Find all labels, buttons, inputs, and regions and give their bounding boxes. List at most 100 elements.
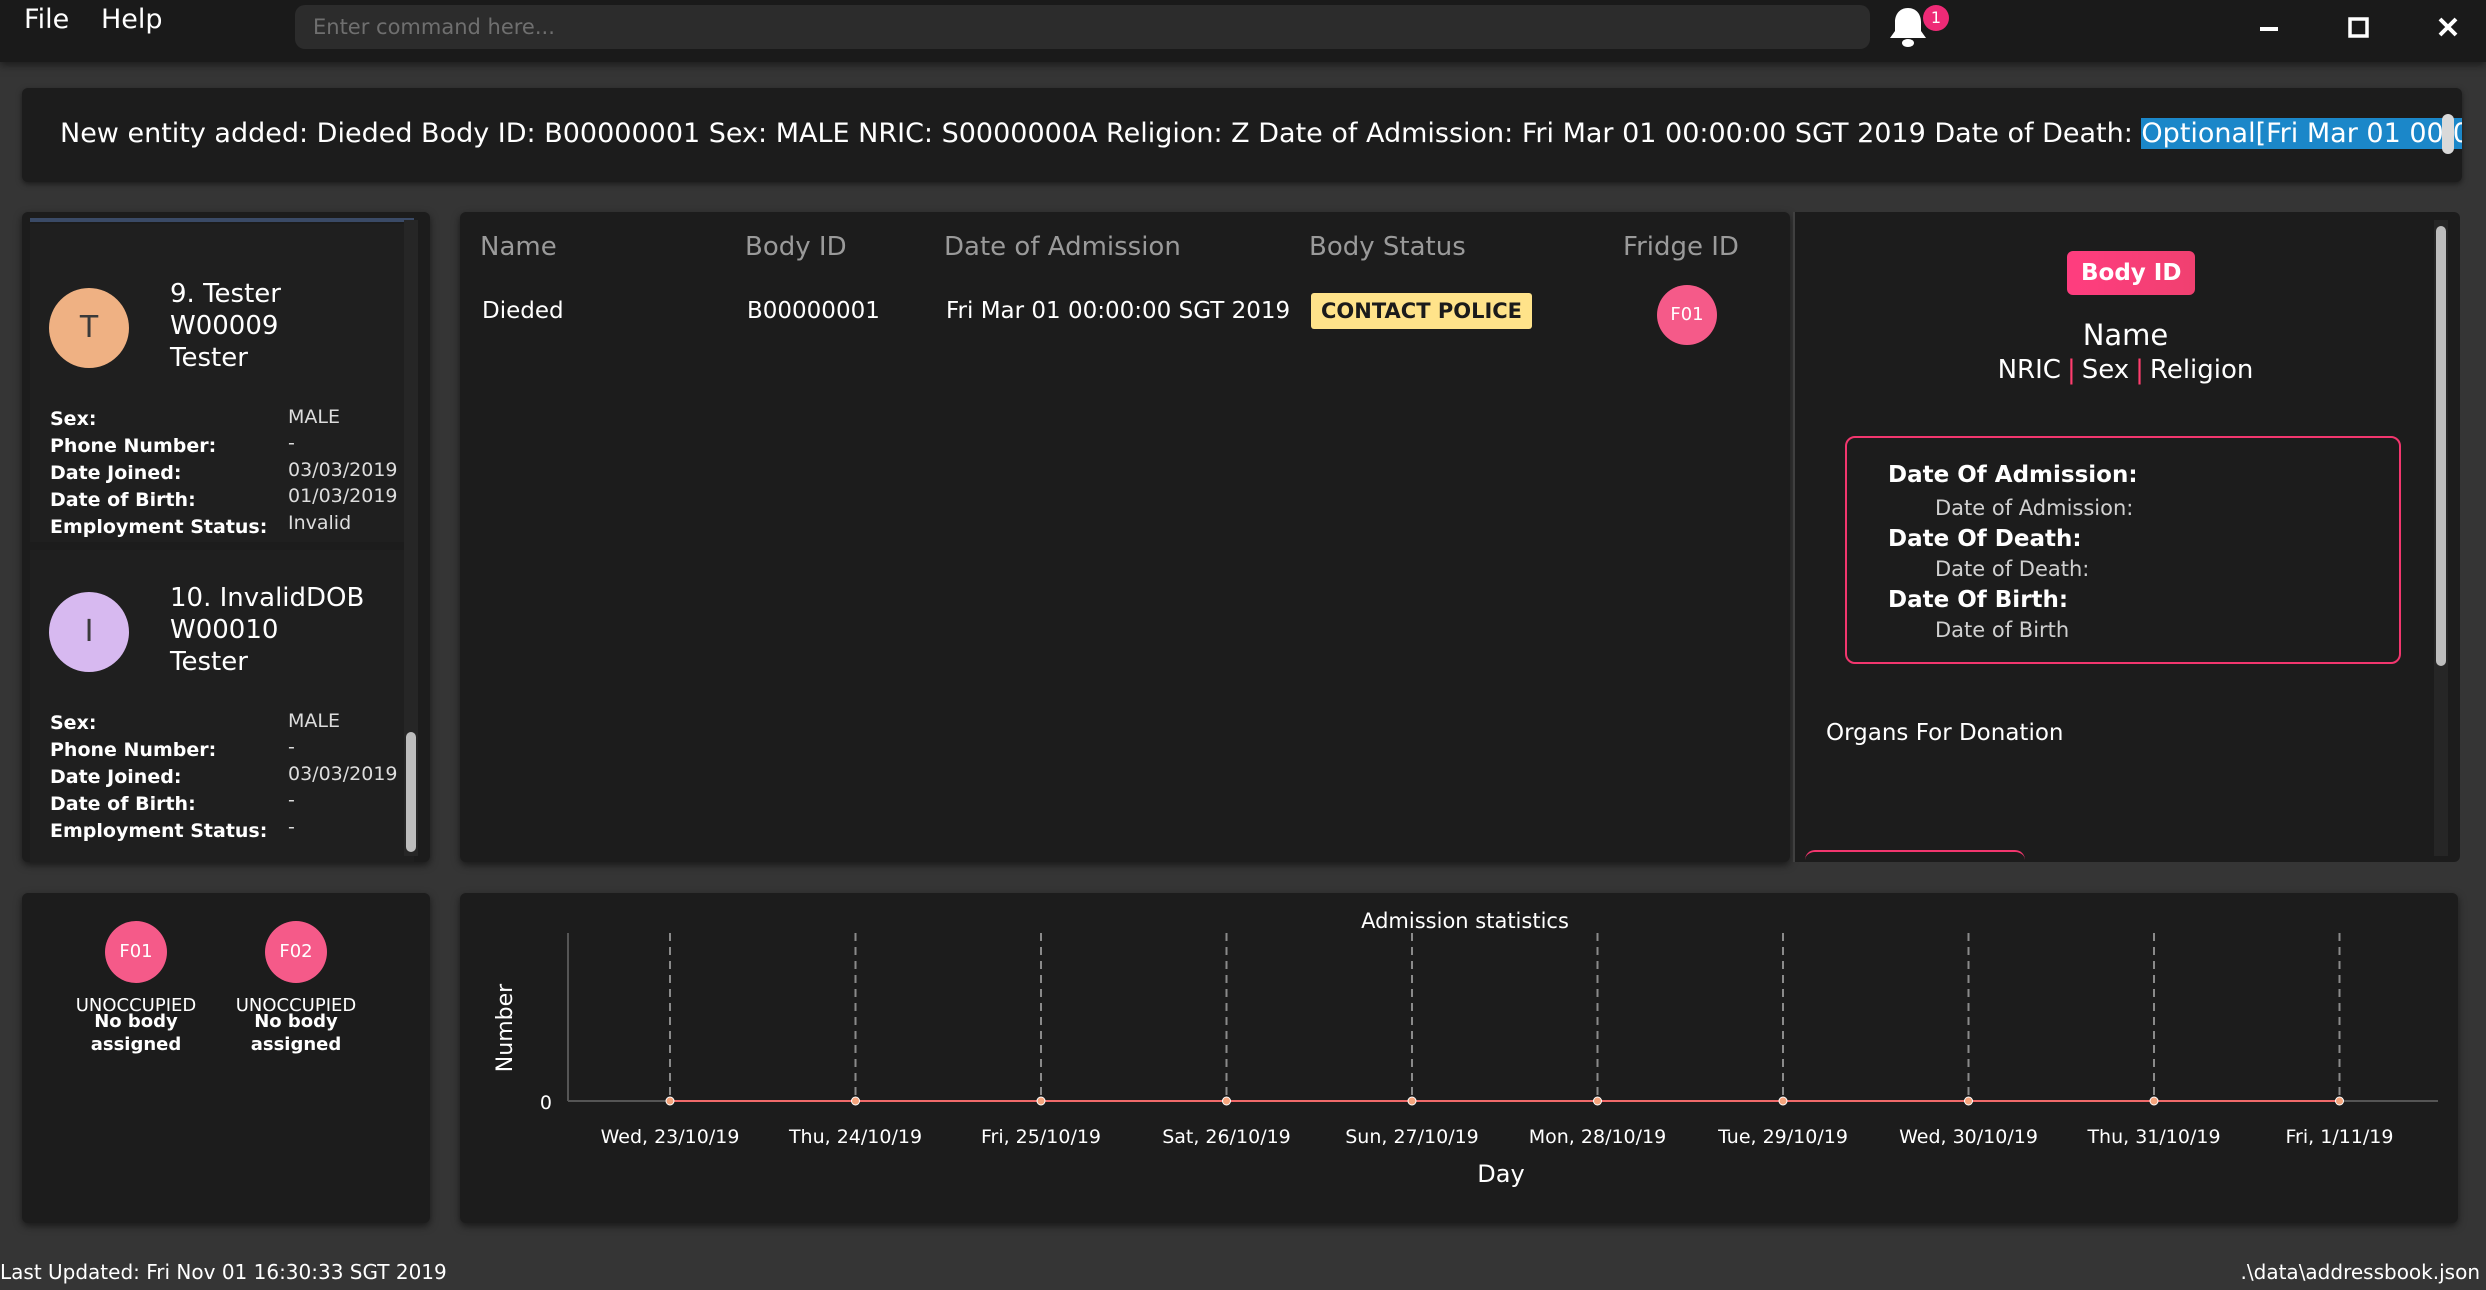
field-value-sex: MALE xyxy=(288,406,340,428)
y-axis-label: Number xyxy=(493,983,518,1072)
staff-list-panel: T 9. Tester W00009 Tester Sex: MALE Phon… xyxy=(22,212,430,862)
detail-sex: Sex xyxy=(2081,355,2130,385)
data-point xyxy=(1407,1096,1417,1106)
detail-religion: Religion xyxy=(2149,355,2254,385)
chart-title: Admission statistics xyxy=(1361,909,1569,933)
detail-nric: NRIC xyxy=(1997,355,2061,385)
field-label-employment: Employment Status: xyxy=(50,820,268,842)
x-tick-label: Mon, 28/10/19 xyxy=(1529,1126,1666,1148)
y-tick-label: 0 xyxy=(540,1092,552,1114)
detail-subtitle: NRIC | Sex | Religion xyxy=(1793,355,2458,385)
x-tick-label: Tue, 29/10/19 xyxy=(1717,1126,1848,1148)
organs-box-edge xyxy=(1805,850,2025,866)
result-scrollbar[interactable] xyxy=(2442,114,2454,154)
body-id-badge: Body ID xyxy=(2067,251,2196,295)
fridge-icon[interactable]: F02 xyxy=(265,921,327,983)
x-axis-label: Day xyxy=(1477,1160,1524,1188)
data-point xyxy=(2335,1096,2344,1106)
fridge-id-badge: F01 xyxy=(1657,285,1717,345)
fridge-panel xyxy=(22,893,430,1223)
menu-file[interactable]: File xyxy=(24,4,69,35)
field-label-dob: Date of Birth: xyxy=(50,489,196,511)
save-location-status: .\data\addressbook.json xyxy=(2240,1260,2480,1284)
column-header-name[interactable]: Name xyxy=(480,232,557,262)
x-tick-label: Thu, 24/10/19 xyxy=(788,1126,922,1148)
chart-panel: Admission statistics Number Day 0 Wed, 23… xyxy=(460,893,2458,1223)
menu-help[interactable]: Help xyxy=(101,4,163,35)
staff-card[interactable]: T 9. Tester W00009 Tester Sex: MALE Phon… xyxy=(30,224,414,542)
staff-id: W00009 xyxy=(170,311,279,341)
close-icon[interactable] xyxy=(2428,10,2468,46)
notification-badge: 1 xyxy=(1923,5,1949,31)
data-point xyxy=(1036,1096,1046,1106)
data-point xyxy=(665,1096,675,1106)
admission-value: Date of Admission: xyxy=(1935,496,2134,520)
admission-chart: Admission statistics Number Day 0 Wed, 23… xyxy=(493,909,2438,1188)
x-tick-label: Wed, 30/10/19 xyxy=(1899,1126,2038,1148)
x-tick-label: Fri, 25/10/19 xyxy=(981,1126,1101,1148)
field-value-date-joined: 03/03/2019 xyxy=(288,459,398,481)
field-label-dob: Date of Birth: xyxy=(50,793,196,815)
column-header-fridge-id[interactable]: Fridge ID xyxy=(1623,232,1739,262)
birth-value: Date of Birth xyxy=(1935,618,2070,642)
staff-scrollbar-thumb[interactable] xyxy=(406,732,416,852)
detail-name: Name xyxy=(2082,318,2169,352)
separator: | xyxy=(2066,355,2076,385)
cell-date-of-admission: Fri Mar 01 00:00:00 SGT 2019 xyxy=(946,298,1291,324)
avatar: T xyxy=(49,288,129,368)
data-point xyxy=(1964,1096,1973,1106)
maximize-icon[interactable] xyxy=(2338,10,2378,46)
death-label: Date Of Death: xyxy=(1888,526,2082,552)
data-point xyxy=(851,1096,860,1106)
result-display: New entity added: Dieded Body ID: B00000… xyxy=(22,88,2462,182)
data-point xyxy=(1222,1096,1231,1106)
status-badge: CONTACT POLICE xyxy=(1311,293,1533,329)
x-tick-label: Sun, 27/10/19 xyxy=(1345,1126,1479,1148)
staff-name: 10. InvalidDOB xyxy=(170,583,365,613)
death-value: Date of Death: xyxy=(1935,557,2090,581)
field-label-phone: Phone Number: xyxy=(50,739,217,761)
field-value-phone: - xyxy=(288,736,295,758)
column-header-body-id[interactable]: Body ID xyxy=(745,232,847,262)
data-point xyxy=(1778,1096,1788,1106)
cell-name: Dieded xyxy=(482,298,564,324)
fridge-note: No body xyxy=(94,1011,178,1032)
fridge-note: assigned xyxy=(90,1034,182,1055)
last-updated-status: Last Updated: Fri Nov 01 16:30:33 SGT 20… xyxy=(0,1260,447,1284)
field-value-employment: Invalid xyxy=(288,512,352,534)
staff-role: Tester xyxy=(170,647,248,677)
cell-body-id: B00000001 xyxy=(747,298,880,324)
field-label-date-joined: Date Joined: xyxy=(50,766,182,788)
column-header-body-status[interactable]: Body Status xyxy=(1309,232,1466,262)
field-value-phone: - xyxy=(288,432,295,454)
field-value-date-joined: 03/03/2019 xyxy=(288,763,398,785)
column-header-date-of-admission[interactable]: Date of Admission xyxy=(944,232,1181,262)
field-value-dob: - xyxy=(288,789,295,811)
details-scrollbar-thumb[interactable] xyxy=(2436,226,2446,666)
fridge-icon[interactable]: F01 xyxy=(105,921,167,983)
result-selection: Optional[Fri Mar 01 00:00:00 SGT xyxy=(2141,118,2462,149)
data-point xyxy=(2149,1096,2159,1106)
admission-label: Date Of Admission: xyxy=(1888,462,2138,488)
field-value-employment: - xyxy=(288,816,295,838)
fridge-note: assigned xyxy=(250,1034,342,1055)
result-text: New entity added: Dieded Body ID: B00000… xyxy=(60,118,2142,149)
x-tick-label: Thu, 31/10/19 xyxy=(2086,1126,2220,1148)
x-tick-label: Sat, 26/10/19 xyxy=(1162,1126,1291,1148)
avatar: I xyxy=(49,592,129,672)
separator: | xyxy=(2135,355,2144,385)
field-label-sex: Sex: xyxy=(50,712,97,734)
field-value-dob: 01/03/2019 xyxy=(288,485,398,507)
minimize-icon[interactable] xyxy=(2249,10,2289,46)
fridge-note: No body xyxy=(254,1011,338,1032)
staff-role: Tester xyxy=(170,343,248,373)
list-top-divider xyxy=(30,218,414,222)
data-point xyxy=(1593,1096,1602,1106)
organs-for-donation: Organs For Donation xyxy=(1826,720,2064,746)
field-label-employment: Employment Status: xyxy=(50,516,268,538)
staff-name: 9. Tester xyxy=(170,279,281,309)
staff-card[interactable]: I 10. InvalidDOB W00010 Tester Sex: MALE… xyxy=(30,550,414,862)
x-tick-label: Fri, 1/11/19 xyxy=(2286,1126,2394,1148)
staff-id: W00010 xyxy=(170,615,279,645)
command-input[interactable] xyxy=(295,5,1870,49)
